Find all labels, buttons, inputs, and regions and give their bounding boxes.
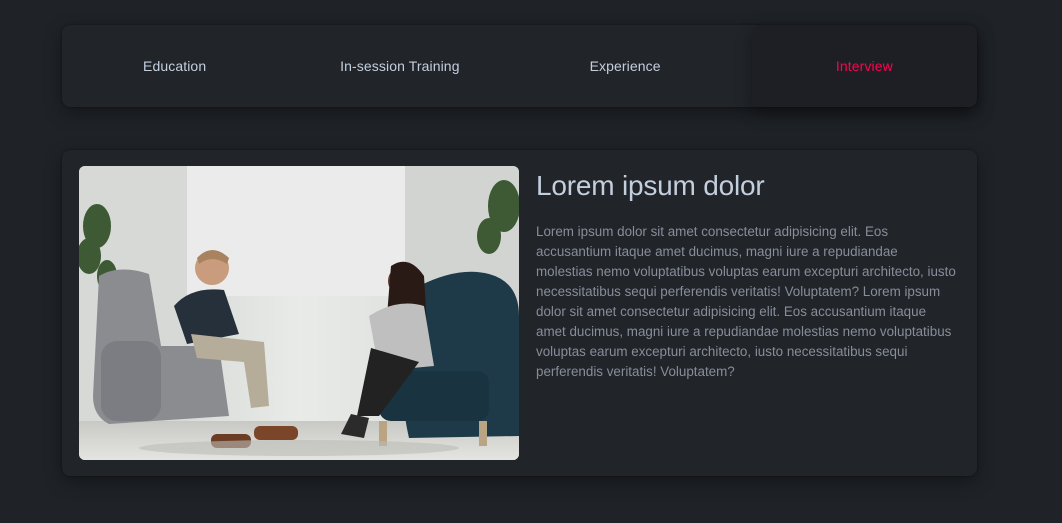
- content-title: Lorem ipsum dolor: [536, 170, 765, 201]
- tab-interview[interactable]: Interview: [751, 25, 977, 107]
- interview-photo: [79, 166, 519, 460]
- tab-education[interactable]: Education: [62, 25, 287, 107]
- tab-bar: Education In-session Training Experience…: [62, 25, 977, 107]
- interview-content-card: Lorem ipsum dolor Lorem ipsum dolor sit …: [62, 150, 977, 476]
- tab-experience[interactable]: Experience: [513, 25, 738, 107]
- content-description: Lorem ipsum dolor sit amet consectetur a…: [536, 224, 956, 379]
- tab-in-session-training[interactable]: In-session Training: [287, 25, 512, 107]
